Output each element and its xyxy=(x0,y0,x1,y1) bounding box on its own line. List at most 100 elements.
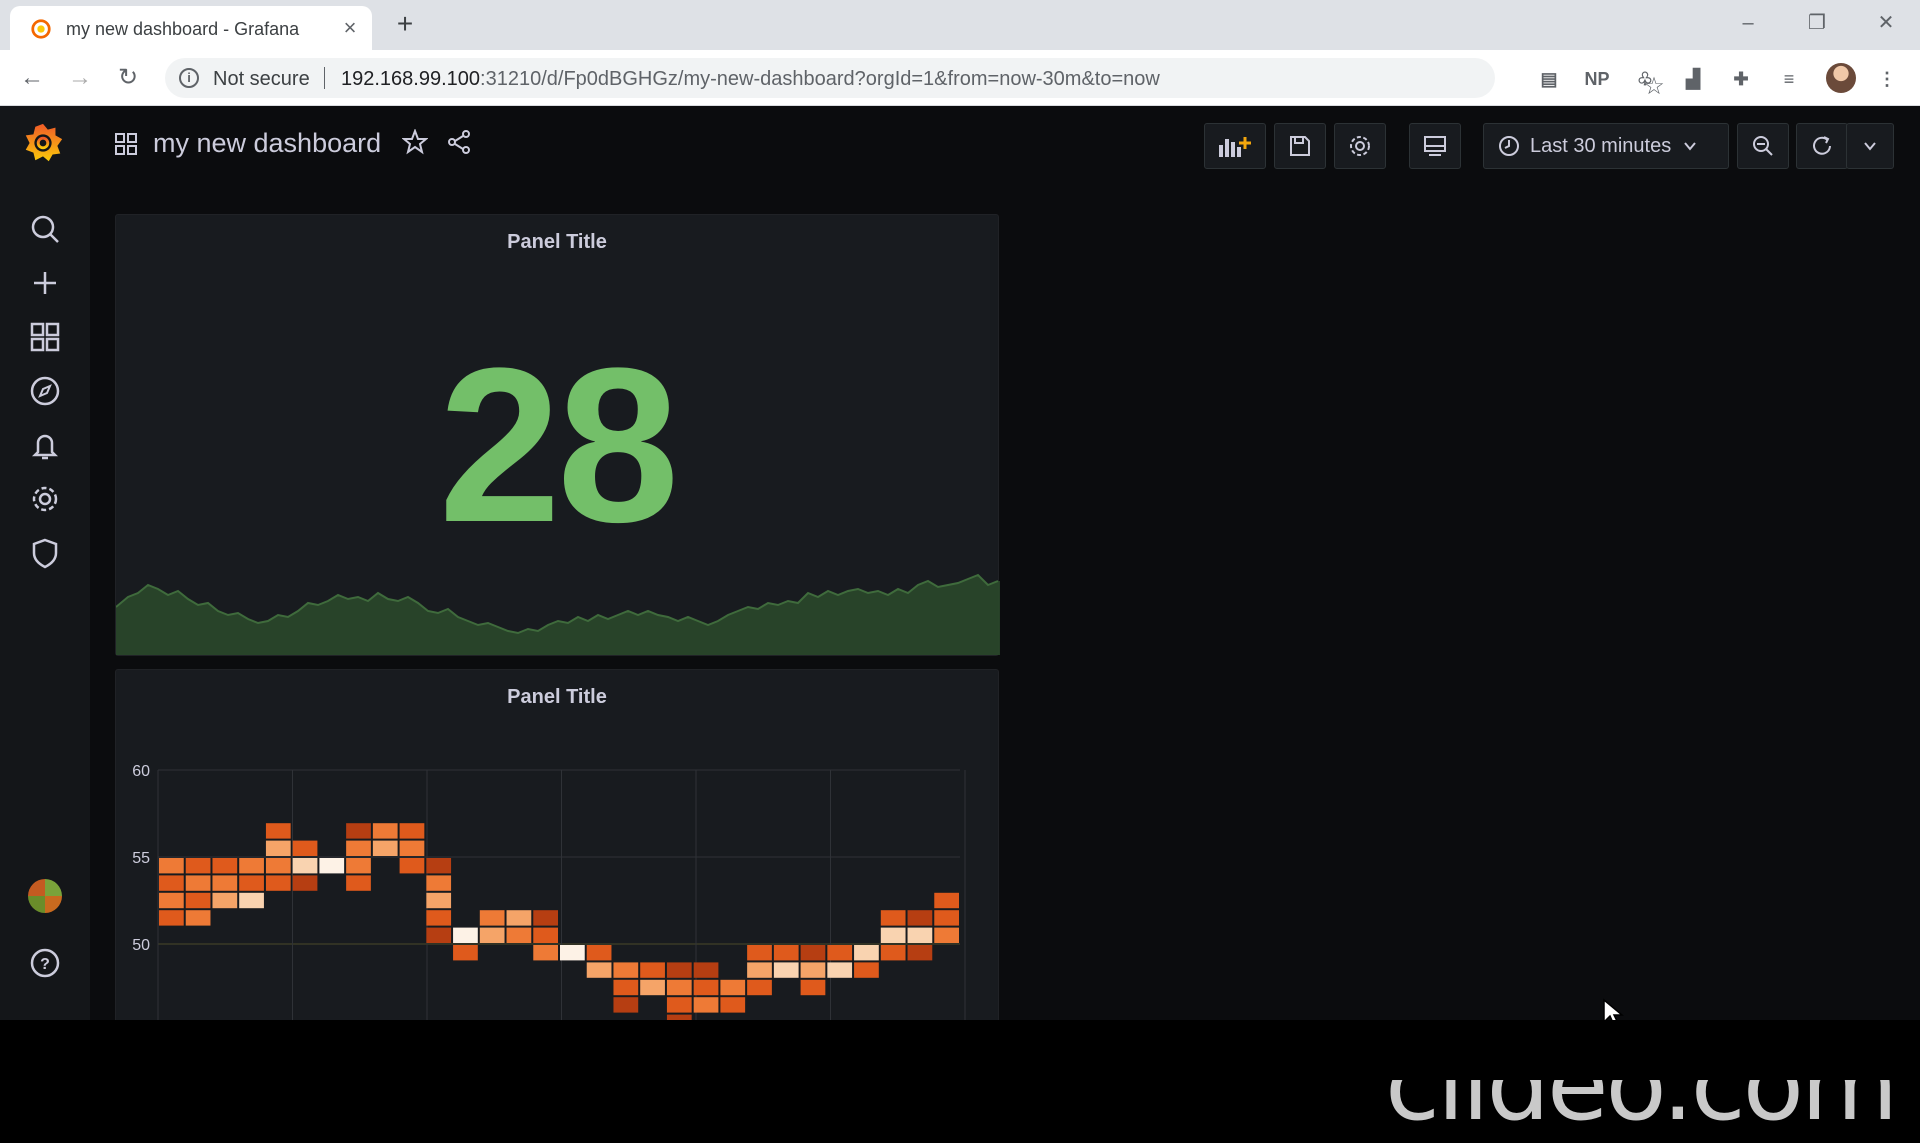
heatmap-cell xyxy=(159,910,184,926)
time-range-label: Last 30 minutes xyxy=(1530,134,1672,157)
dashboard-grid-icon[interactable] xyxy=(115,133,137,155)
heatmap-cell xyxy=(426,875,452,891)
new-tab-button[interactable]: + xyxy=(390,10,420,40)
share-icon[interactable] xyxy=(446,129,472,155)
heatmap-panel[interactable]: Panel Title 60555045 xyxy=(115,669,999,1029)
browser-window: my new dashboard - Grafana × + – ❐ ✕ ← →… xyxy=(0,0,1920,1143)
heatmap-cell xyxy=(613,997,639,1013)
refresh-interval-button[interactable] xyxy=(1846,123,1894,169)
url-text[interactable]: 192.168.99.100:31210/d/Fp0dBGHGz/my-new-… xyxy=(341,68,1160,91)
heatmap-cell xyxy=(212,892,238,909)
stat-panel[interactable]: Panel Title 28 xyxy=(115,214,1000,656)
user-avatar[interactable] xyxy=(28,879,62,913)
zoom-out-button[interactable] xyxy=(1737,123,1789,169)
heatmap-cell xyxy=(426,892,452,909)
grafana-logo-icon[interactable] xyxy=(20,120,66,166)
info-icon[interactable]: i xyxy=(179,68,199,88)
minimize-icon[interactable]: – xyxy=(1728,8,1768,38)
time-picker-button[interactable]: Last 30 minutes xyxy=(1483,123,1729,169)
heatmap-cell xyxy=(212,858,238,874)
refresh-button[interactable] xyxy=(1796,123,1848,169)
heatmap-chart: 60555045 xyxy=(132,763,966,1028)
heatmap-cell xyxy=(453,945,478,961)
dashboard-settings-button[interactable] xyxy=(1334,123,1386,169)
alerting-bell-icon[interactable] xyxy=(28,428,62,462)
extension-np-icon[interactable]: NP xyxy=(1582,64,1612,94)
panel-title[interactable]: Panel Title xyxy=(116,686,998,709)
heatmap-cell xyxy=(372,840,398,856)
heatmap-cell xyxy=(159,875,184,891)
search-icon[interactable] xyxy=(28,212,62,246)
heatmap-cell xyxy=(426,910,452,926)
heatmap-cell xyxy=(880,910,906,926)
side-menu: ? xyxy=(0,106,90,1020)
heatmap-cell xyxy=(747,979,772,996)
heatmap-cell xyxy=(346,875,371,891)
heatmap-cell xyxy=(212,875,238,891)
help-icon[interactable]: ? xyxy=(28,946,62,980)
create-plus-icon[interactable] xyxy=(28,266,62,300)
panel-title[interactable]: Panel Title xyxy=(116,231,998,254)
heatmap-cell xyxy=(426,858,452,874)
heatmap-cell xyxy=(265,858,291,874)
heatmap-cell xyxy=(239,875,264,891)
add-panel-button[interactable] xyxy=(1204,123,1266,169)
heatmap-cell xyxy=(747,945,772,961)
heatmap-cell xyxy=(640,979,665,996)
clock-icon xyxy=(1499,136,1519,156)
letterbox-bar xyxy=(0,1020,1920,1080)
tab-close-icon[interactable]: × xyxy=(337,15,363,41)
forward-icon[interactable]: → xyxy=(64,62,96,94)
browser-tab[interactable]: my new dashboard - Grafana × xyxy=(10,6,372,50)
extension-chart-icon[interactable]: ▟ xyxy=(1678,64,1708,94)
heatmap-cell xyxy=(159,858,184,874)
explore-compass-icon[interactable] xyxy=(28,374,62,408)
extension-leaf-icon[interactable]: ♧ xyxy=(1630,64,1660,94)
chevron-down-icon xyxy=(1684,142,1696,151)
extensions-puzzle-icon[interactable]: ✚ xyxy=(1726,64,1756,94)
not-secure-label[interactable]: Not secure xyxy=(213,68,310,91)
heatmap-cell xyxy=(185,892,211,909)
address-bar[interactable]: i Not secure 192.168.99.100:31210/d/Fp0d… xyxy=(165,58,1665,100)
heatmap-cell xyxy=(346,858,371,874)
monitor-icon xyxy=(1424,136,1446,156)
save-icon xyxy=(1290,136,1310,156)
heatmap-cell xyxy=(399,858,425,874)
heatmap-cell xyxy=(292,858,318,874)
dashboard-title[interactable]: my new dashboard xyxy=(153,128,381,159)
server-admin-shield-icon[interactable] xyxy=(28,536,62,570)
heatmap-cell xyxy=(666,997,692,1013)
heatmap-cell xyxy=(934,892,959,909)
grafana-favicon-icon xyxy=(31,19,51,39)
heatmap-cell xyxy=(613,979,639,996)
heatmap-y-tick-label: 60 xyxy=(132,763,150,780)
media-queue-icon[interactable]: ≡ xyxy=(1774,64,1804,94)
url-path: :31210/d/Fp0dBGHGz/my-new-dashboard?orgI… xyxy=(480,68,1160,90)
configuration-gear-icon[interactable] xyxy=(28,482,62,516)
heatmap-cell xyxy=(773,945,799,961)
heatmap-cell xyxy=(854,945,879,961)
profile-avatar[interactable] xyxy=(1826,63,1856,93)
heatmap-cell xyxy=(907,910,933,926)
heatmap-cell xyxy=(426,927,452,943)
restore-icon[interactable]: ❐ xyxy=(1797,8,1837,38)
chrome-menu-icon[interactable]: ⋮ xyxy=(1872,64,1902,94)
close-window-icon[interactable]: ✕ xyxy=(1866,8,1906,38)
heatmap-cell xyxy=(533,945,558,961)
zoom-out-icon xyxy=(1753,136,1773,156)
favorite-star-icon[interactable] xyxy=(402,129,428,155)
heatmap-cell xyxy=(880,945,906,961)
view-mode-button[interactable] xyxy=(1409,123,1461,169)
heatmap-cell xyxy=(560,945,585,961)
reload-icon[interactable]: ↻ xyxy=(112,62,144,94)
add-panel-icon xyxy=(1219,137,1251,157)
heatmap-cell xyxy=(747,962,772,978)
tab-strip: my new dashboard - Grafana × + – ❐ ✕ xyxy=(0,0,1920,50)
save-dashboard-button[interactable] xyxy=(1274,123,1326,169)
heatmap-cell xyxy=(666,962,692,978)
heatmap-cell xyxy=(185,875,211,891)
back-icon[interactable]: ← xyxy=(16,62,48,94)
extension-doc-icon[interactable]: ▤ xyxy=(1534,64,1564,94)
dashboards-grid-icon[interactable] xyxy=(28,320,62,354)
heatmap-cell xyxy=(399,823,425,839)
